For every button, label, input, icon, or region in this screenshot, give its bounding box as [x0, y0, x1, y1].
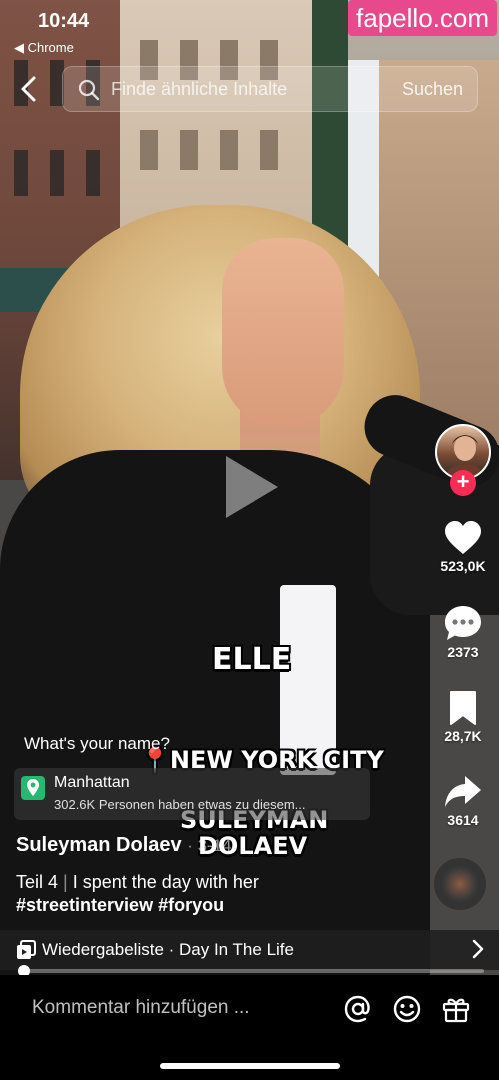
share-button[interactable]: 3614 — [433, 774, 493, 828]
top-bar: Finde ähnliche Inhalte Suchen — [0, 64, 499, 112]
post-date: · 3-14 — [187, 836, 232, 855]
save-count: 28,7K — [444, 728, 482, 744]
question-text: What's your name? — [24, 734, 170, 753]
emoji-icon[interactable] — [391, 993, 423, 1025]
search-icon — [78, 79, 100, 101]
share-arrow-icon — [445, 776, 481, 807]
comment-button[interactable]: 2373 — [433, 604, 493, 660]
comment-count: 2373 — [447, 644, 479, 660]
comment-input[interactable]: Kommentar hinzufügen ... — [32, 997, 250, 1019]
save-button[interactable]: 28,7K — [433, 690, 493, 744]
at-mention-icon[interactable] — [342, 993, 374, 1025]
home-indicator — [160, 1063, 340, 1069]
chevron-left-icon — [21, 76, 36, 102]
like-button[interactable]: 523,0K — [433, 520, 493, 574]
username-text: Suleyman Dolaev — [16, 834, 182, 856]
location-card[interactable]: Manhattan 302.6K Personen haben etwas zu… — [14, 768, 370, 820]
play-icon[interactable] — [222, 452, 282, 522]
gift-icon[interactable] — [440, 993, 472, 1025]
comment-icon — [445, 606, 481, 640]
chevron-right-icon — [472, 939, 484, 959]
music-disc[interactable] — [434, 858, 486, 910]
post-description: Teil 4 | I spent the day with her — [16, 872, 259, 893]
person-face — [222, 238, 344, 428]
bottom-bar: Kommentar hinzufügen ... — [0, 975, 499, 1080]
description-text: I spent the day with her — [72, 872, 259, 892]
status-time: 10:44 — [38, 10, 90, 32]
playlist-bar[interactable]: Wiedergabeliste · Day In The Life — [0, 930, 499, 970]
follow-plus-icon[interactable]: + — [450, 470, 476, 496]
progress-bar[interactable] — [18, 965, 484, 977]
search-button[interactable]: Suchen — [402, 79, 463, 100]
playlist-label: Wiedergabeliste · Day In The Life — [42, 940, 294, 959]
location-subtitle: 302.6K Personen haben etwas zu diesem... — [54, 797, 306, 812]
caption-name: ELLE — [212, 642, 292, 677]
location-title: Manhattan — [54, 774, 130, 791]
watermark: fapello.com — [348, 0, 497, 36]
search-input[interactable]: Finde ähnliche Inhalte — [111, 79, 287, 100]
separator: | — [63, 872, 68, 892]
creator-username[interactable]: Suleyman Dolaev · 3-14 — [16, 834, 232, 857]
back-button[interactable] — [14, 72, 44, 106]
series-part: Teil 4 — [16, 872, 59, 892]
heart-icon — [445, 521, 481, 554]
bookmark-icon — [450, 691, 476, 725]
playlist-icon — [17, 940, 36, 959]
hashtags[interactable]: #streetinterview #foryou — [16, 895, 224, 916]
search-bar[interactable]: Finde ähnliche Inhalte Suchen — [62, 66, 478, 112]
back-to-app-link[interactable]: ◀ Chrome — [14, 40, 74, 56]
location-pin-icon — [21, 776, 45, 800]
like-count: 523,0K — [440, 558, 486, 574]
share-count: 3614 — [447, 812, 479, 828]
